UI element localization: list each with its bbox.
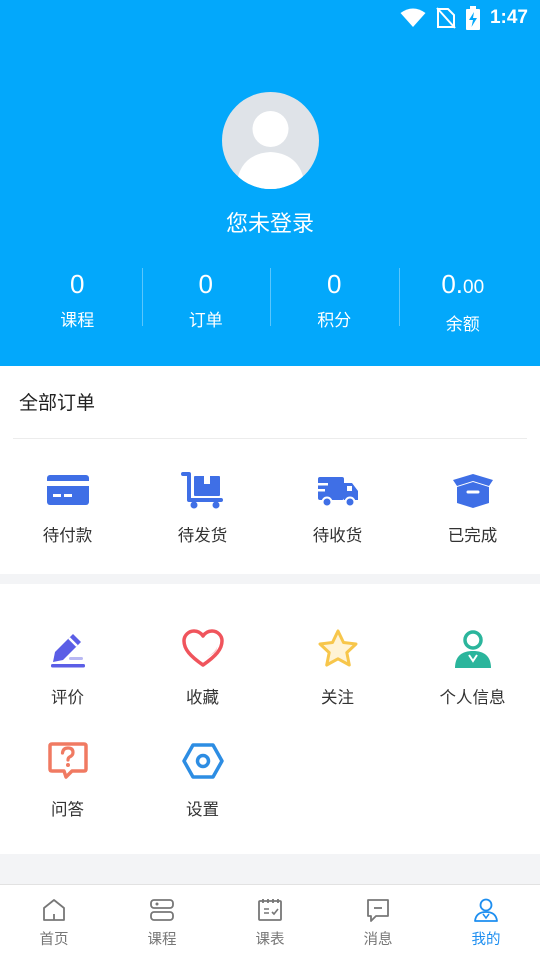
tool-following-label: 关注 (321, 688, 354, 707)
tool-review[interactable]: 评价 (0, 628, 135, 708)
status-bar: 1:47 (400, 6, 528, 30)
question-icon (47, 742, 88, 779)
stat-courses-value: 0 (70, 269, 85, 299)
all-orders-link[interactable]: 全部订单 (19, 388, 95, 415)
stat-points-value: 0 (327, 269, 342, 299)
tool-qa-label: 问答 (51, 800, 84, 819)
tool-following[interactable]: 关注 (270, 628, 405, 708)
stat-orders[interactable]: 0 订单 (141, 266, 271, 331)
heart-icon (181, 629, 224, 667)
tab-home-label: 首页 (39, 932, 69, 948)
pen-icon (50, 634, 85, 668)
wifi-icon (400, 8, 426, 27)
status-time: 1:47 (489, 7, 528, 28)
tab-messages-label: 消息 (363, 932, 393, 948)
tool-qa[interactable]: 问答 (0, 740, 135, 820)
orders-section: 全部订单 待付款 待发货 待收货 已完成 (0, 366, 540, 574)
stat-orders-value: 0 (198, 269, 213, 299)
stat-courses-label: 课程 (60, 311, 95, 331)
tool-personal-info-label: 个人信息 (439, 688, 506, 707)
stat-points-label: 积分 (317, 311, 352, 331)
battery-charging-icon (465, 6, 480, 30)
stats-row: 0 课程 0 订单 0 积分 0.00 余额 (13, 266, 528, 335)
tool-favorites-label: 收藏 (186, 688, 219, 707)
tab-courses-label: 课程 (147, 932, 177, 948)
user-info-icon (454, 630, 491, 668)
no-sim-icon (436, 7, 456, 29)
tool-favorites[interactable]: 收藏 (135, 628, 270, 708)
default-user-icon (236, 111, 305, 189)
order-completed-label: 已完成 (447, 526, 498, 545)
order-pending-payment-label: 待付款 (42, 526, 93, 545)
tab-courses[interactable]: 课程 (108, 885, 216, 960)
stat-points[interactable]: 0 积分 (270, 266, 399, 331)
bottom-tab-bar: 首页 课程 课表 消息 我的 (0, 884, 540, 960)
order-pending-receipt[interactable]: 待收货 (270, 470, 405, 546)
stat-balance-main: 0. (441, 269, 464, 299)
order-completed[interactable]: 已完成 (405, 470, 540, 546)
card-icon (46, 475, 89, 505)
divider (13, 438, 527, 439)
star-icon (318, 629, 357, 667)
order-pending-payment[interactable]: 待付款 (0, 470, 135, 546)
schedule-icon (258, 899, 282, 921)
tool-personal-info[interactable]: 个人信息 (405, 628, 540, 708)
stat-balance-decimal: 00 (463, 277, 485, 298)
home-icon (43, 899, 65, 921)
tool-settings[interactable]: 设置 (135, 740, 270, 820)
stat-balance-value: 0.00 (441, 266, 484, 306)
tools-section: 评价 收藏 关注 个人信息 问答 设置 (0, 584, 540, 854)
order-status-row: 待付款 待发货 待收货 已完成 (0, 470, 540, 546)
course-icon (150, 899, 174, 921)
tool-review-label: 评价 (51, 688, 84, 707)
tab-mine-label: 我的 (471, 932, 501, 948)
tab-schedule[interactable]: 课表 (216, 885, 324, 960)
profile-header: 1:47 您未登录 0 课程 0 订单 0 积分 0.00 余额 (0, 0, 540, 366)
stat-balance-label: 余额 (445, 315, 480, 335)
tab-home[interactable]: 首页 (0, 885, 108, 960)
truck-icon (315, 477, 358, 508)
tools-row-1: 评价 收藏 关注 个人信息 (0, 628, 540, 708)
tool-settings-label: 设置 (186, 800, 219, 819)
order-pending-shipment-label: 待发货 (177, 526, 228, 545)
tab-messages[interactable]: 消息 (324, 885, 432, 960)
stat-orders-label: 订单 (188, 311, 223, 331)
order-pending-shipment[interactable]: 待发货 (135, 470, 270, 546)
stat-balance[interactable]: 0.00 余额 (398, 266, 528, 335)
cart-box-icon (180, 472, 223, 509)
tab-mine[interactable]: 我的 (432, 885, 540, 960)
profile-icon (474, 898, 498, 922)
avatar[interactable] (222, 92, 319, 189)
tab-schedule-label: 课表 (255, 932, 285, 948)
settings-hex-icon (181, 743, 224, 779)
message-icon (367, 899, 389, 922)
login-prompt[interactable]: 您未登录 (0, 206, 540, 238)
stat-courses[interactable]: 0 课程 (13, 266, 142, 331)
order-pending-receipt-label: 待收货 (312, 526, 363, 545)
tools-row-2: 问答 设置 (0, 740, 540, 820)
box-icon (452, 474, 493, 508)
